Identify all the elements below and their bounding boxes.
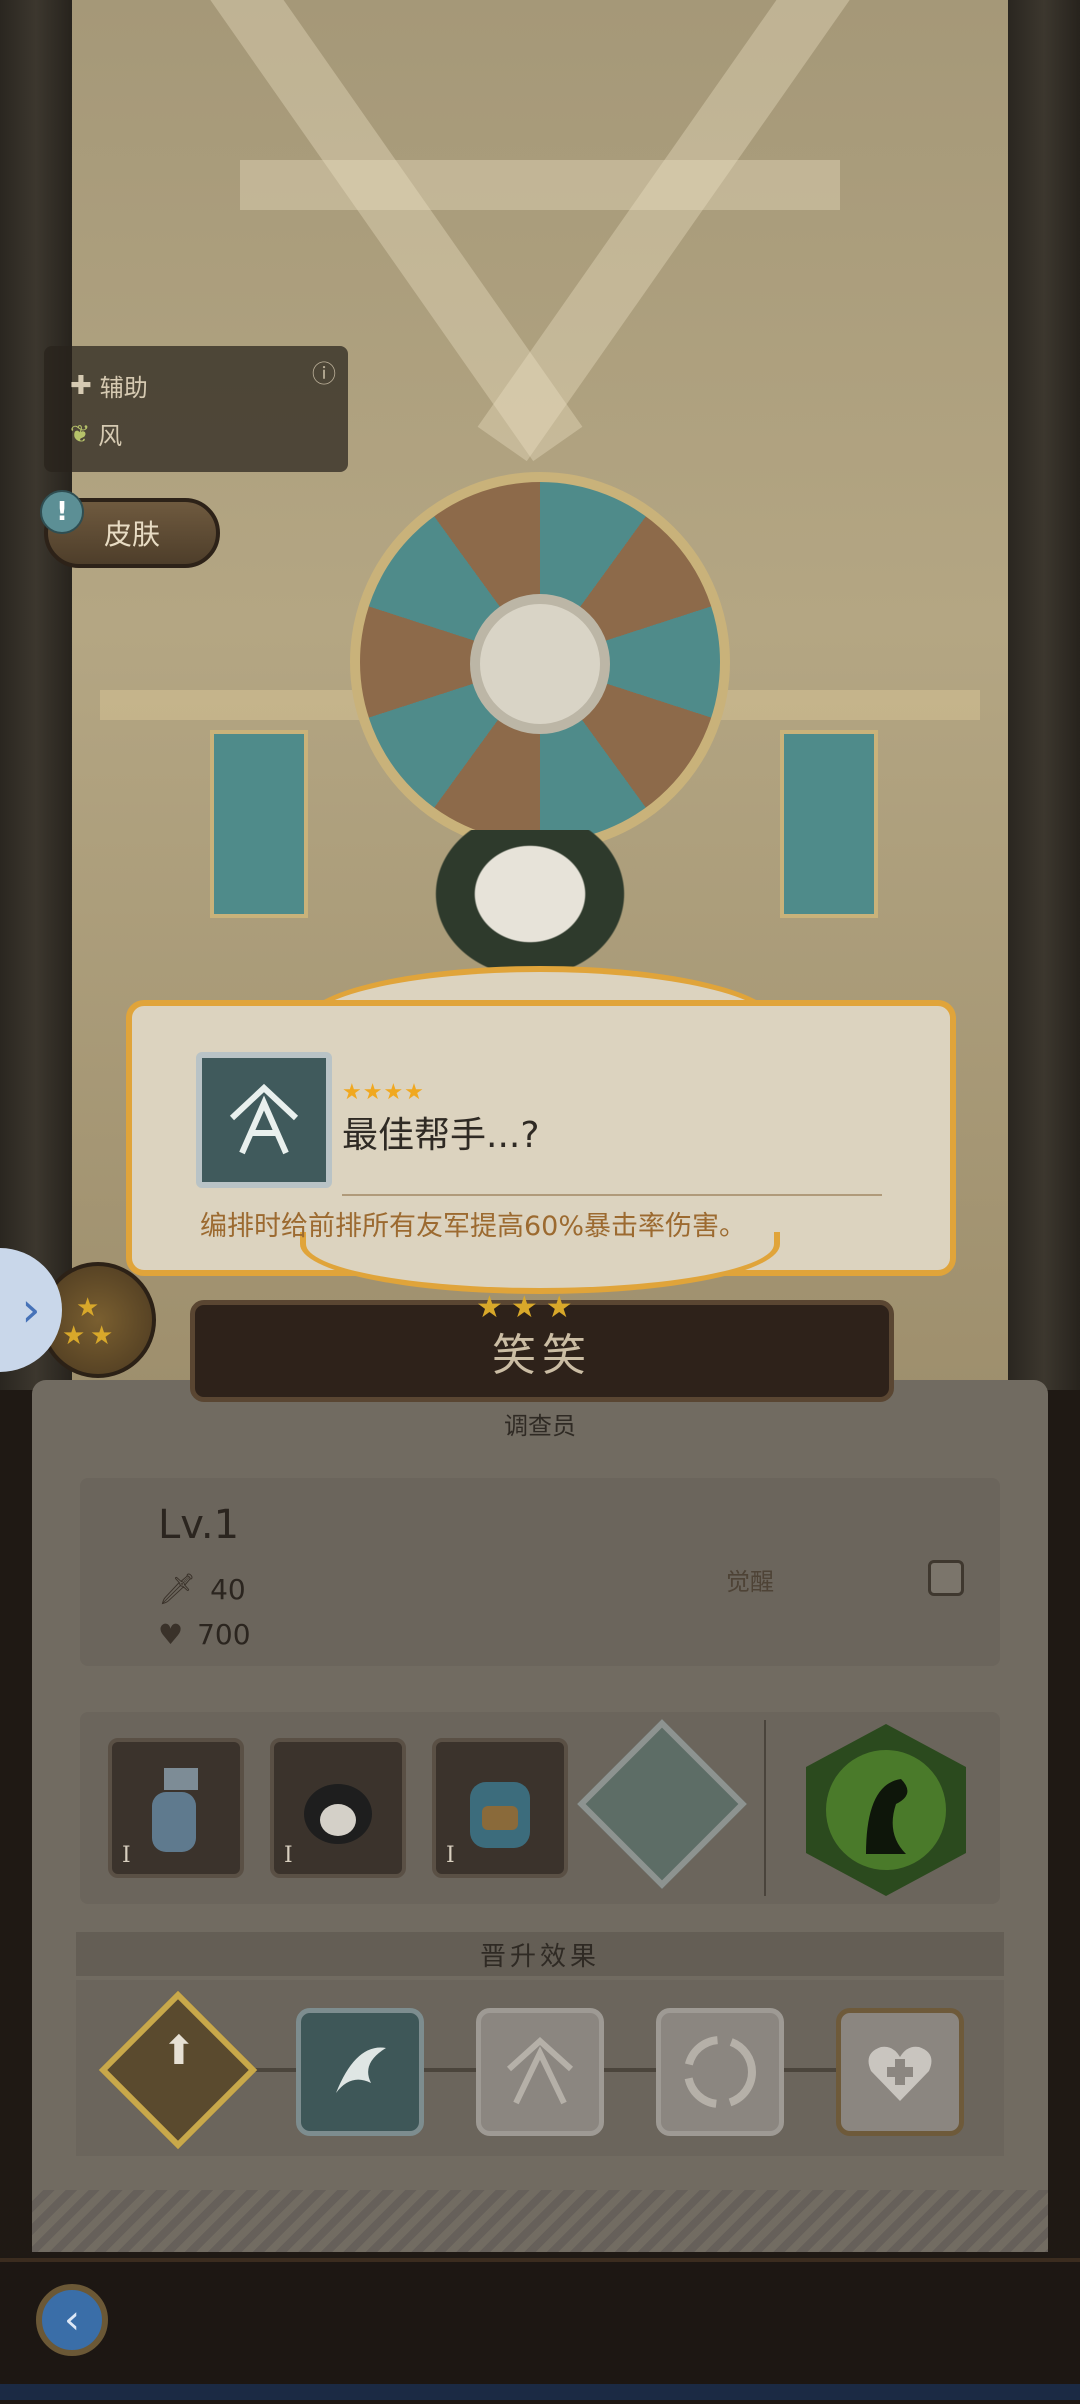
- nameplate-stars: ★★★: [476, 1290, 581, 1325]
- plus-icon: ✚: [70, 370, 92, 401]
- equipment-divider: [764, 1720, 766, 1896]
- awaken-checkbox[interactable]: [928, 1560, 964, 1596]
- skill-icon: [196, 1052, 332, 1188]
- advancement-node-vortex[interactable]: [656, 2008, 784, 2136]
- back-button[interactable]: ‹: [36, 2284, 108, 2356]
- role-label: 辅助: [99, 374, 148, 402]
- heart-icon: ♥: [158, 1618, 184, 1651]
- equipment-slot-armor[interactable]: I: [270, 1738, 406, 1878]
- hp-stat: ♥ 700: [158, 1618, 251, 1651]
- leaf-icon: ❦: [70, 419, 91, 448]
- up-arrow-icon: ⬆: [162, 2028, 196, 2074]
- awaken-label: 觉醒: [726, 1568, 774, 1596]
- attack-value: 40: [210, 1573, 246, 1606]
- svg-text:★: ★: [62, 1321, 85, 1351]
- advancement-node-skill[interactable]: [476, 2008, 604, 2136]
- equipment-tier: I: [284, 1843, 293, 1868]
- skill-title: 最佳帮手...?: [342, 1115, 540, 1156]
- attack-stat: 🗡 40: [158, 1572, 246, 1607]
- alert-icon: !: [40, 490, 84, 534]
- svg-text:★: ★: [90, 1321, 113, 1351]
- sword-icon: 🗡: [158, 1572, 197, 1607]
- skill-rarity-stars: ★★★★: [342, 1080, 425, 1105]
- info-icon[interactable]: ⓘ: [312, 354, 336, 389]
- advancement-title: 晋升效果: [76, 1932, 1004, 1976]
- popup-divider: [342, 1194, 882, 1196]
- equipment-tier: I: [446, 1843, 455, 1868]
- equipment-slot-spray-bottle[interactable]: I: [108, 1738, 244, 1878]
- panel-hatch-pattern: [32, 2190, 1048, 2252]
- character-name: 笑笑: [492, 1330, 592, 1381]
- skin-label: 皮肤: [103, 518, 160, 551]
- element-label: 风: [98, 422, 123, 450]
- advancement-node-wind[interactable]: [296, 2008, 424, 2136]
- level-label: Lv.1: [158, 1502, 240, 1548]
- equipment-tier: I: [122, 1843, 131, 1868]
- advancement-node-heal[interactable]: [836, 2008, 964, 2136]
- character-info-box: ✚ 辅助 ❦ 风 ⓘ: [44, 346, 348, 472]
- bottom-bar: [0, 2258, 1080, 2404]
- skill-description: 编排时给前排所有友军提高60%暴击率伤害。: [200, 1211, 747, 1242]
- chevron-right-icon: ›: [21, 1282, 41, 1338]
- chevron-left-icon: ‹: [64, 2297, 80, 2343]
- advancement-title-label: 晋升效果: [479, 1941, 600, 1972]
- hp-value: 700: [197, 1618, 251, 1651]
- bottom-strip: [0, 2384, 1080, 2400]
- svg-text:★: ★: [76, 1293, 99, 1323]
- equipment-slot-backpack[interactable]: I: [432, 1738, 568, 1878]
- character-class: 调查员: [504, 1412, 576, 1440]
